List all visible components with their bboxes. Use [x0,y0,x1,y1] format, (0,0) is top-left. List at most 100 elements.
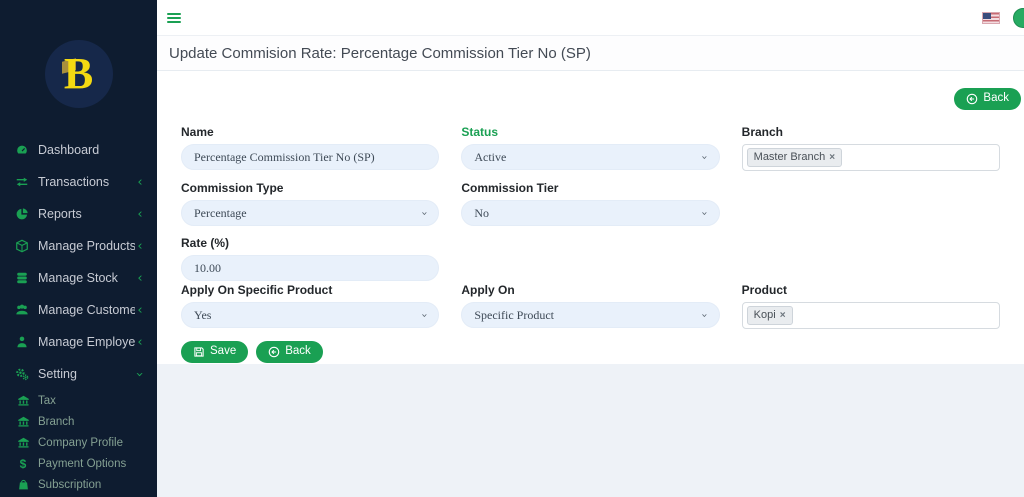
sidebar-subitem-label: Tax [38,395,56,407]
logo-letter: B [64,52,93,96]
customers-group-icon [14,303,29,318]
branch-tag-input[interactable]: Master Branch × [742,144,1000,171]
transactions-icon [14,175,29,190]
chevron-left-icon: ‹ [135,336,145,349]
navbar-right [982,12,1000,24]
sidebar-item-transactions[interactable]: Transactions ‹ [0,166,157,198]
stock-database-icon [14,271,29,286]
field-apply-on: Apply On Specific Product ‹ [461,283,719,329]
sidebar-item-label: Manage Customers [38,303,135,317]
field-name: Name [181,125,439,171]
branch-tag-label: Master Branch [754,151,826,164]
user-avatar[interactable] [1013,8,1024,28]
apply-on-specific-select[interactable]: Yes ‹ [181,302,439,328]
status-selected-value: Active [474,150,702,165]
bank-icon [16,415,30,429]
sidebar-item-manage-stock[interactable]: Manage Stock ‹ [0,262,157,294]
sidebar-subitem-tax[interactable]: Tax [0,390,157,411]
sidebar-item-setting[interactable]: Setting ‹ [0,358,157,390]
rate-label: Rate (%) [181,236,439,250]
chevron-left-icon: ‹ [135,176,145,189]
main-area: Update Commision Rate: Percentage Commis… [157,0,1024,497]
product-tag: Kopi × [747,306,793,325]
apply-on-select[interactable]: Specific Product ‹ [461,302,719,328]
rate-input[interactable] [181,255,439,281]
empty-cell [461,236,719,281]
bank-icon [16,394,30,408]
sidebar-subitem-subscription[interactable]: Subscription [0,474,157,495]
branch-label: Branch [742,125,1000,139]
back-button[interactable]: Back [954,88,1021,110]
sidebar-subitem-label: Payment Options [38,458,126,470]
select-chevron-icon: ‹ [698,313,711,317]
commission-type-label: Commission Type [181,181,439,195]
app-logo[interactable]: B [0,0,157,134]
sidebar-item-reports[interactable]: Reports ‹ [0,198,157,230]
apply-on-selected-value: Specific Product [474,308,702,323]
select-chevron-icon: ‹ [418,313,431,317]
select-chevron-icon: ‹ [418,211,431,215]
chevron-left-icon: ‹ [135,208,145,221]
form-actions: Save Back [181,341,1000,363]
sidebar-nav: Dashboard Transactions ‹ Reports ‹ Manag… [0,134,157,495]
name-label: Name [181,125,439,139]
sidebar-item-label: Dashboard [38,143,145,157]
sidebar-item-dashboard[interactable]: Dashboard [0,134,157,166]
sidebar-item-label: Reports [38,207,135,221]
sidebar-subitem-company-profile[interactable]: Company Profile [0,432,157,453]
select-chevron-icon: ‹ [698,211,711,215]
field-apply-on-specific: Apply On Specific Product Yes ‹ [181,283,439,329]
status-label: Status [461,125,719,139]
chevron-left-icon: ‹ [135,304,145,317]
sidebar-toggle-hamburger-icon[interactable] [167,13,181,23]
commission-tier-select[interactable]: No ‹ [461,200,719,226]
back-circle-arrow-icon [966,93,978,105]
flag-canton [983,13,991,19]
dollar-icon: $ [16,457,30,471]
sidebar: B Dashboard Transactions ‹ Reports ‹ [0,0,157,497]
sidebar-item-manage-products[interactable]: Manage Products ‹ [0,230,157,262]
remove-tag-icon[interactable]: × [780,310,786,322]
settings-gear-icon [14,367,29,382]
apply-on-specific-label: Apply On Specific Product [181,283,439,297]
save-floppy-icon [193,346,205,358]
sidebar-subitem-label: Company Profile [38,437,123,449]
sidebar-item-label: Manage Products [38,239,135,253]
select-chevron-icon: ‹ [698,155,711,159]
back-button-label: Back [285,346,311,358]
sidebar-item-label: Transactions [38,175,135,189]
form-row-3: Rate (%) [181,236,1000,281]
name-input[interactable] [181,144,439,170]
content-background [157,364,1024,365]
sidebar-subitem-branch[interactable]: Branch [0,411,157,432]
sidebar-subitem-payment-options[interactable]: $ Payment Options [0,453,157,474]
form-row-1: Name Status Active ‹ Branch Master Branc… [181,125,1000,171]
bank-icon [16,436,30,450]
save-button[interactable]: Save [181,341,248,363]
commission-tier-selected-value: No [474,206,702,221]
sidebar-item-manage-employees[interactable]: Manage Employees ‹ [0,326,157,358]
remove-tag-icon[interactable]: × [829,152,835,164]
form-row-2: Commission Type Percentage ‹ Commission … [181,181,1000,226]
product-tag-label: Kopi [754,309,776,322]
sidebar-item-manage-customers[interactable]: Manage Customers ‹ [0,294,157,326]
field-rate: Rate (%) [181,236,439,281]
status-select[interactable]: Active ‹ [461,144,719,170]
chevron-left-icon: ‹ [135,240,145,253]
back-circle-arrow-icon [268,346,280,358]
language-flag-icon[interactable] [982,12,1000,24]
empty-cell [742,236,1000,281]
product-tag-input[interactable]: Kopi × [742,302,1000,329]
reports-icon [14,207,29,222]
branch-tag: Master Branch × [747,148,842,167]
commission-tier-label: Commission Tier [461,181,719,195]
employee-person-icon [14,335,29,350]
chevron-left-icon: ‹ [135,272,145,285]
back-button-row: Back [181,88,1021,110]
apply-on-label: Apply On [461,283,719,297]
sidebar-subitem-label: Subscription [38,479,101,491]
field-branch: Branch Master Branch × [742,125,1000,171]
back-button-bottom[interactable]: Back [256,341,323,363]
commission-type-select[interactable]: Percentage ‹ [181,200,439,226]
sidebar-subitem-label: Branch [38,416,74,428]
